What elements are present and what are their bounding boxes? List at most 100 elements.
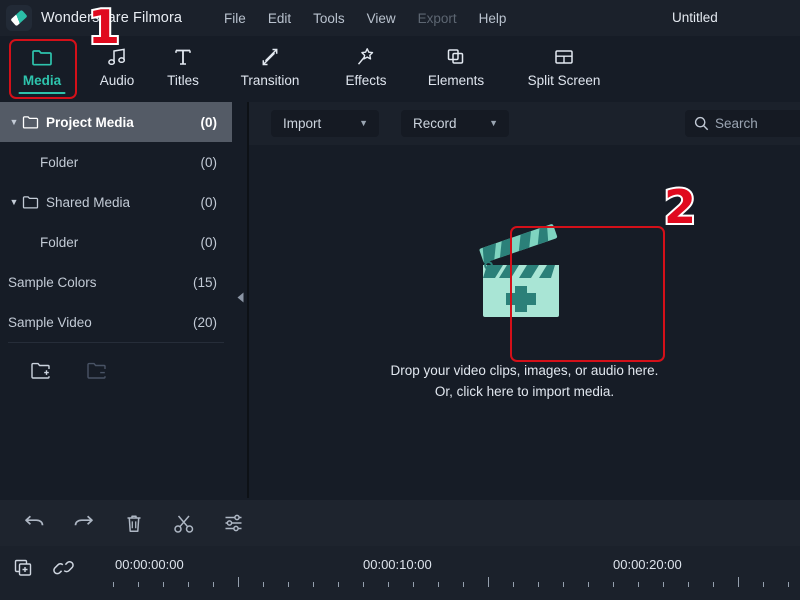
redo-button[interactable]: [71, 511, 97, 535]
ruler-tick: [413, 582, 414, 587]
caret-down-icon[interactable]: ▼: [6, 117, 22, 127]
tab-label-audio: Audio: [99, 73, 135, 88]
ruler-tick: [113, 582, 114, 587]
menu-item-view[interactable]: View: [356, 8, 407, 29]
ruler-tick: [538, 582, 539, 587]
ruler-tick: [463, 582, 464, 587]
remove-folder-button[interactable]: [78, 361, 116, 380]
sidebar-item-shared-media[interactable]: ▼ Shared Media (0): [0, 182, 232, 222]
sidebar-item-project-media[interactable]: ▼ Project Media (0): [0, 102, 232, 142]
record-label: Record: [413, 116, 457, 131]
active-tab-underline: [18, 91, 66, 94]
delete-button[interactable]: [121, 511, 147, 535]
tab-label-transition: Transition: [240, 73, 300, 88]
media-dropzone[interactable]: Drop your video clips, images, or audio …: [249, 145, 800, 498]
sidebar-item-sample-video[interactable]: Sample Video (20): [0, 302, 232, 342]
sidebar-label: Project Media: [46, 114, 134, 130]
ruler-tick: [488, 577, 489, 587]
sidebar-label: Folder: [40, 154, 79, 170]
new-folder-button[interactable]: [22, 361, 60, 380]
split-button[interactable]: [171, 511, 197, 535]
app-logo: [6, 5, 32, 31]
search-icon: [694, 116, 709, 131]
ruler-tick: [713, 582, 714, 587]
sidebar-count: (15): [192, 274, 217, 290]
import-dropdown[interactable]: Import ▼: [271, 110, 379, 137]
settings-button[interactable]: [221, 511, 247, 535]
ruler-tick: [213, 582, 214, 587]
link-clips-button[interactable]: [51, 556, 77, 580]
timeline-ruler[interactable]: 00:00:00:00 00:00:10:00 00:00:20:00: [110, 546, 800, 600]
text-t-icon: [172, 44, 194, 70]
tab-audio[interactable]: Audio: [84, 36, 150, 102]
ruler-tick: [338, 582, 339, 587]
undo-button[interactable]: [21, 511, 47, 535]
tab-label-split-screen: Split Screen: [527, 73, 601, 88]
search-input[interactable]: Search: [685, 110, 800, 137]
search-placeholder: Search: [715, 116, 758, 131]
ruler-tick: [438, 582, 439, 587]
ruler-tick: [663, 582, 664, 587]
add-track-button[interactable]: [11, 556, 37, 580]
ruler-label: 00:00:00:00: [115, 557, 184, 572]
sidebar-label: Folder: [40, 234, 79, 250]
music-note-icon: [105, 44, 129, 70]
sidebar-item-sample-colors[interactable]: Sample Colors (15): [0, 262, 232, 302]
tab-media[interactable]: Media: [0, 36, 84, 102]
sidebar-count: (20): [192, 314, 217, 330]
dropzone-line-1: Drop your video clips, images, or audio …: [390, 363, 659, 378]
ruler-tick: [388, 582, 389, 587]
ruler-tick: [313, 582, 314, 587]
menu-item-help[interactable]: Help: [468, 8, 518, 29]
ruler-label: 00:00:20:00: [613, 557, 682, 572]
sidebar-item-shared-folder[interactable]: Folder (0): [0, 222, 232, 262]
sidebar-item-project-folder[interactable]: Folder (0): [0, 142, 232, 182]
menu-item-tools[interactable]: Tools: [302, 8, 356, 29]
ruler-tick: [588, 582, 589, 587]
filmora-window: Wondershare Filmora File Edit Tools View…: [0, 0, 800, 600]
ruler-tick: [738, 577, 739, 587]
collapse-left-icon[interactable]: [233, 286, 247, 308]
ruler-tick: [513, 582, 514, 587]
media-panel: Import ▼ Record ▼ Search Drop your video…: [249, 102, 800, 498]
tab-titles[interactable]: Titles: [150, 36, 216, 102]
document-title: Untitled: [672, 10, 718, 25]
timeline: 00:00:00:00 00:00:10:00 00:00:20:00: [0, 546, 800, 600]
media-toolbar: Import ▼ Record ▼ Search: [249, 102, 800, 145]
stacked-squares-icon: [444, 44, 468, 70]
menu-bar: Wondershare Filmora File Edit Tools View…: [0, 0, 800, 36]
tab-label-media: Media: [22, 73, 62, 88]
record-dropdown[interactable]: Record ▼: [401, 110, 509, 137]
menu-item-edit[interactable]: Edit: [257, 8, 302, 29]
ruler-tick: [563, 582, 564, 587]
clapperboard-plus-icon[interactable]: [469, 223, 581, 323]
edit-toolbar: [0, 500, 800, 546]
tab-elements[interactable]: Elements: [408, 36, 504, 102]
tab-effects[interactable]: Effects: [324, 36, 408, 102]
menu-items: File Edit Tools View Export Help: [213, 8, 517, 29]
caret-down-icon[interactable]: ▼: [6, 197, 22, 207]
menu-item-file[interactable]: File: [213, 8, 257, 29]
ruler-tick: [613, 582, 614, 587]
folder-icon: [22, 195, 40, 209]
sidebar-count: (0): [200, 154, 218, 170]
tab-label-titles: Titles: [167, 73, 199, 88]
sidebar-footer: [0, 343, 232, 398]
menu-item-export: Export: [417, 10, 457, 26]
sidebar-count: (0): [200, 114, 218, 130]
ruler-tick: [638, 582, 639, 587]
sidebar-count: (0): [200, 194, 218, 210]
main-tab-bar: Media Audio Titles Transition Effects El…: [0, 36, 800, 102]
ruler-tick: [688, 582, 689, 587]
sidebar-count: (0): [200, 234, 218, 250]
tab-split-screen[interactable]: Split Screen: [504, 36, 624, 102]
tab-transition[interactable]: Transition: [216, 36, 324, 102]
chevron-down-icon: ▼: [489, 118, 498, 128]
transition-arrows-icon: [258, 44, 282, 70]
folder-icon: [31, 44, 53, 70]
dropzone-text: Drop your video clips, images, or audio …: [391, 360, 659, 402]
ruler-tick: [263, 582, 264, 587]
dropzone-line-2: Or, click here to import media.: [434, 384, 615, 399]
app-title: Wondershare Filmora: [41, 10, 183, 26]
split-screen-icon: [552, 44, 576, 70]
